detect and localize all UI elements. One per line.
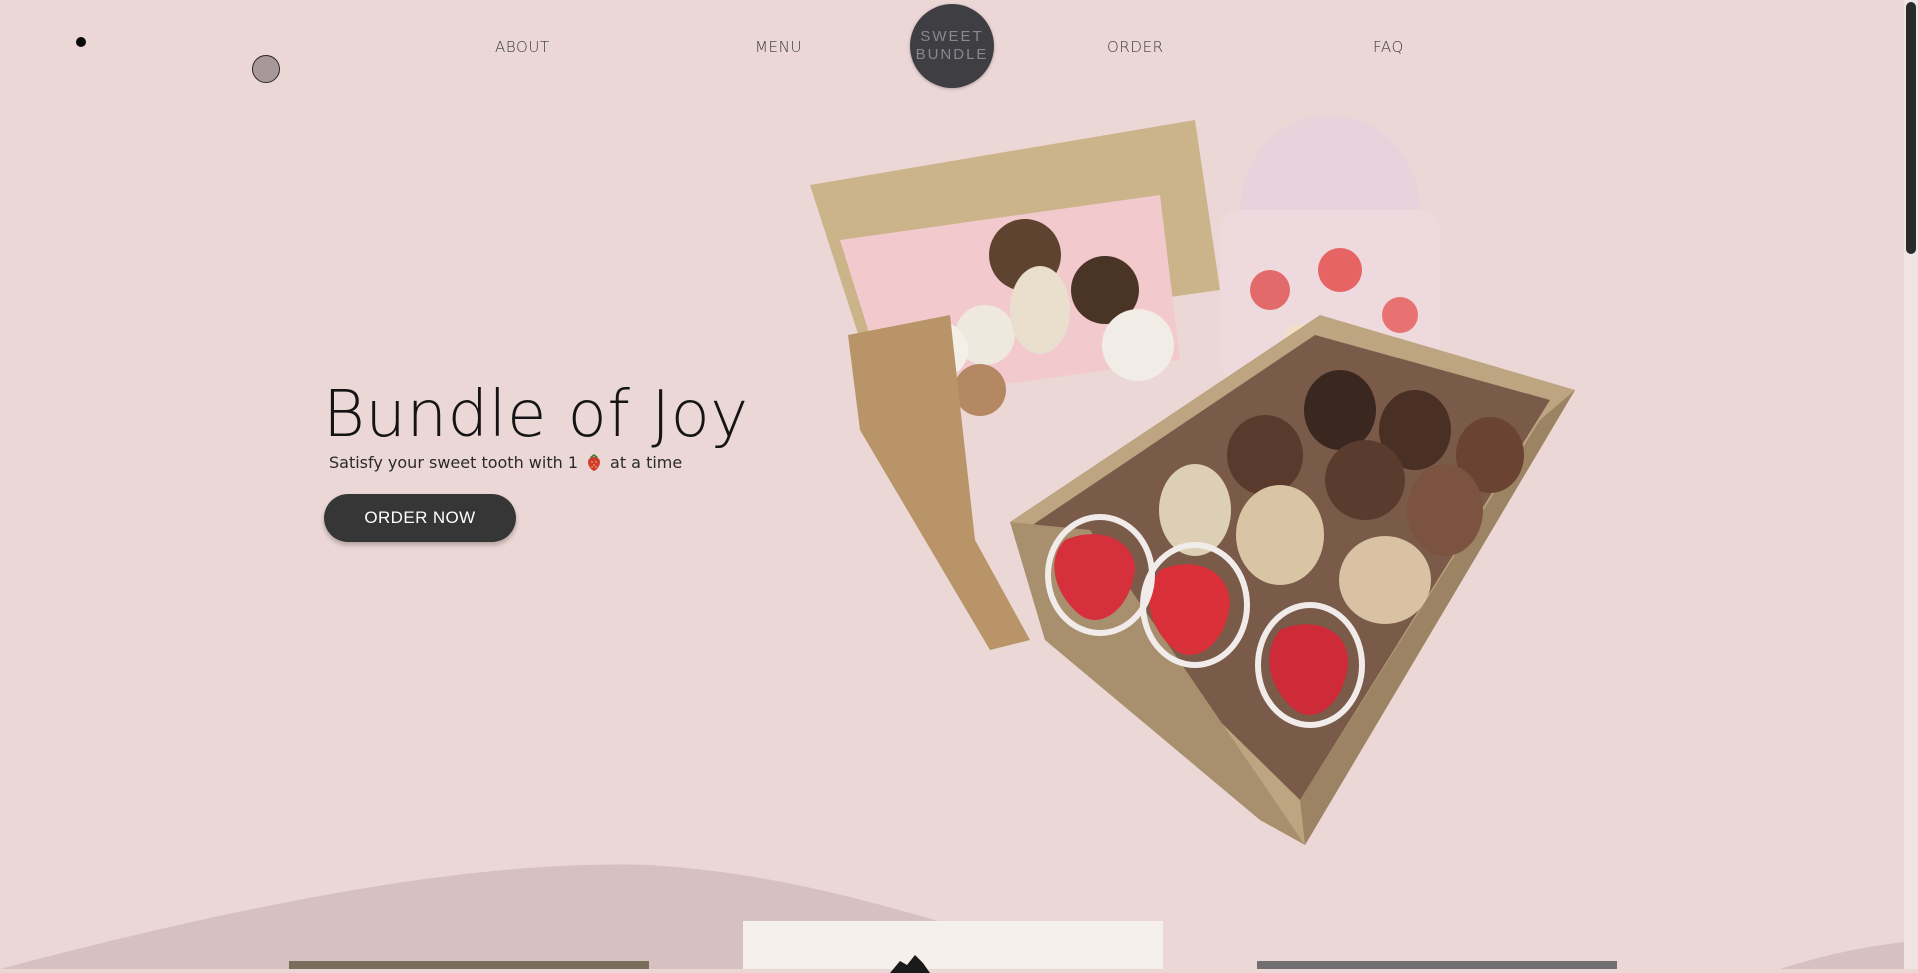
nav-link-menu[interactable]: MENU bbox=[755, 38, 802, 56]
menu-card-right[interactable] bbox=[1257, 961, 1617, 969]
logo-text-line-2: BUNDLE bbox=[915, 46, 989, 63]
card-image-preview bbox=[890, 955, 930, 973]
nav-link-about[interactable]: ABOUT bbox=[495, 38, 550, 56]
scrollbar-thumb[interactable] bbox=[1906, 2, 1916, 254]
cursor-dot bbox=[76, 37, 86, 47]
hero-subtitle-text-start: Satisfy your sweet tooth with 1 bbox=[329, 452, 579, 472]
nav-link-order[interactable]: ORDER bbox=[1107, 38, 1164, 56]
top-navigation: ABOUT MENU SWEET BUNDLE ORDER FAQ bbox=[0, 0, 1904, 90]
hero-title: Bundle of Joy bbox=[323, 378, 749, 452]
logo-text-line-1: SWEET bbox=[920, 28, 984, 45]
menu-card-left[interactable] bbox=[289, 961, 649, 969]
cursor-ring bbox=[252, 55, 280, 83]
order-now-button[interactable]: ORDER NOW bbox=[324, 494, 516, 542]
strawberry-icon bbox=[588, 454, 600, 471]
hero-subtitle: Satisfy your sweet tooth with 1 at a tim… bbox=[329, 452, 682, 472]
brand-logo[interactable]: SWEET BUNDLE bbox=[910, 4, 994, 88]
hero-subtitle-text-end: at a time bbox=[610, 452, 683, 472]
nav-link-faq[interactable]: FAQ bbox=[1373, 38, 1404, 56]
hero-product-image bbox=[810, 115, 1575, 845]
menu-card-center[interactable] bbox=[743, 921, 1163, 973]
scrollbar-track[interactable] bbox=[1904, 0, 1918, 969]
